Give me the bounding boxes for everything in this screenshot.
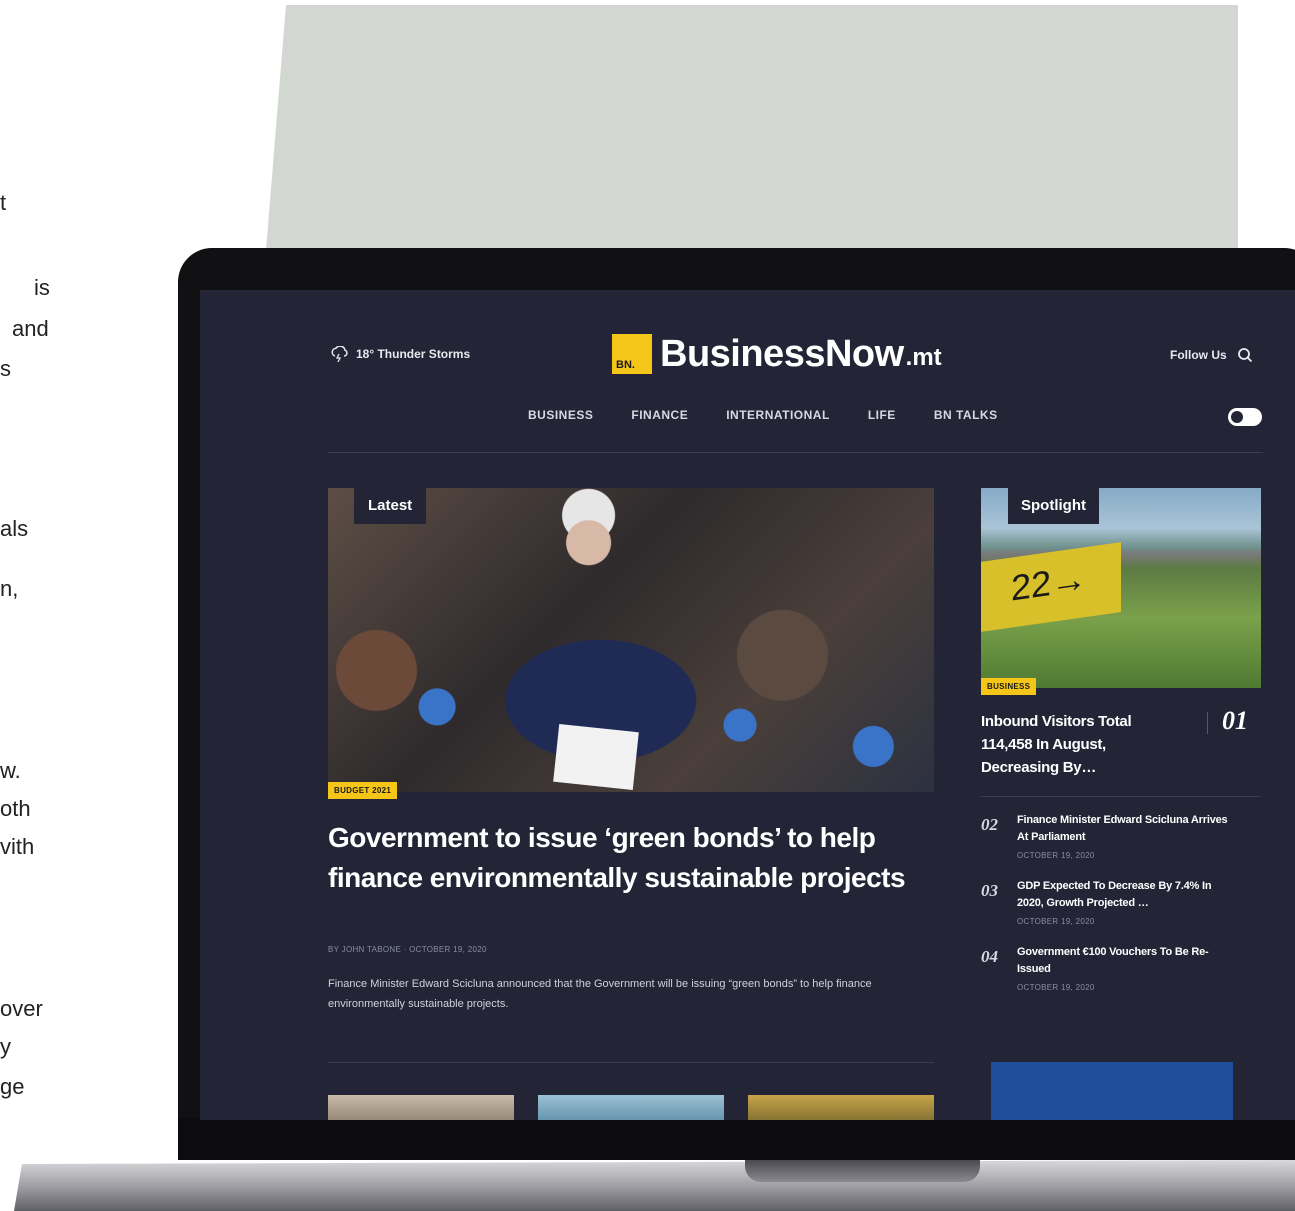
side-text-line: n, [0, 576, 19, 601]
weather-widget: 18° Thunder Storms [330, 346, 470, 362]
logo-tld: .mt [905, 344, 942, 371]
ranked-item[interactable]: 03 GDP Expected To Decrease By 7.4% In 2… [981, 878, 1261, 926]
spotlight-separator [1207, 712, 1208, 734]
side-text-line: oth [0, 796, 31, 821]
nav-item-bn-talks[interactable]: BN TALKS [934, 408, 998, 422]
side-text-line: ge [0, 1074, 25, 1099]
rank-title[interactable]: Finance Minister Edward Scicluna Arrives… [1017, 812, 1237, 846]
sidebar-divider [981, 796, 1261, 797]
category-badge[interactable]: BUSINESS [981, 678, 1037, 695]
latest-tag: Latest [354, 488, 427, 524]
follow-us-link[interactable]: Follow Us [1170, 348, 1227, 362]
main-nav: BUSINESS FINANCE INTERNATIONAL LIFE BN T… [528, 408, 998, 422]
nav-item-business[interactable]: BUSINESS [528, 408, 593, 422]
rank-number: 04 [981, 947, 998, 966]
nav-item-finance[interactable]: FINANCE [631, 408, 688, 422]
side-text-column: t is and s als n, w. oth vith over y ge [0, 0, 60, 1211]
side-text-line: w. [0, 758, 21, 783]
nav-item-life[interactable]: LIFE [868, 408, 896, 422]
rank-date: OCTOBER 19, 2020 [1017, 851, 1095, 860]
side-text-line: s [0, 356, 11, 381]
side-text-line: als [0, 516, 29, 541]
laptop-notch [745, 1160, 980, 1182]
logo-mark-text: BN. [616, 359, 635, 371]
header-actions: Follow Us [1170, 347, 1253, 363]
side-text-line: t [0, 190, 7, 215]
backdrop-panel [266, 5, 1238, 250]
logo-wordmark: BusinessNow [660, 333, 904, 375]
hero-headline[interactable]: Government to issue ‘green bonds’ to hel… [328, 818, 928, 898]
content-divider [328, 1062, 934, 1063]
side-text-line: vith [0, 834, 35, 859]
rank-number: 02 [981, 815, 998, 834]
article-thumbnail[interactable] [328, 1095, 514, 1120]
site-logo[interactable]: BN. BusinessNow .mt [612, 334, 942, 374]
spotlight-tag: Spotlight [1008, 488, 1099, 524]
website-screen: 18° Thunder Storms BN. BusinessNow .mt F… [200, 290, 1295, 1120]
rank-title[interactable]: Government €100 Vouchers To Be Re-Issued [1017, 944, 1237, 978]
hero-summary: Finance Minister Edward Scicluna announc… [328, 978, 872, 1010]
ad-banner[interactable] [991, 1062, 1233, 1120]
search-icon[interactable] [1237, 347, 1253, 363]
hero-image-paper [553, 723, 639, 791]
toggle-knob [1231, 411, 1243, 423]
article-thumbnail[interactable] [748, 1095, 934, 1120]
nav-item-international[interactable]: INTERNATIONAL [726, 408, 830, 422]
rank-date: OCTOBER 19, 2020 [1017, 917, 1095, 926]
laptop-base [14, 1160, 1295, 1211]
sign-text: 22→ [1011, 556, 1088, 609]
side-text-line: and [12, 316, 49, 341]
rank-number: 03 [981, 881, 998, 900]
rank-date: OCTOBER 19, 2020 [1017, 983, 1095, 992]
header-divider [328, 452, 1263, 453]
weather-text: 18° Thunder Storms [356, 347, 471, 361]
ranked-item[interactable]: 04 Government €100 Vouchers To Be Re-Iss… [981, 944, 1261, 992]
article-thumbnail[interactable] [538, 1095, 724, 1120]
theme-toggle[interactable] [1228, 408, 1262, 426]
category-badge[interactable]: BUDGET 2021 [328, 782, 398, 799]
spotlight-title[interactable]: Inbound Visitors Total 114,458 In August… [981, 710, 1181, 779]
ranked-item[interactable]: 02 Finance Minister Edward Scicluna Arri… [981, 812, 1261, 860]
logo-mark: BN. [612, 334, 652, 374]
cloud-storm-icon [331, 346, 348, 362]
laptop-chin [178, 1118, 1295, 1160]
spotlight-number: 01 [1222, 706, 1248, 735]
side-text-line: is [34, 275, 50, 300]
hero-byline: BY JOHN TABONE · OCTOBER 19, 2020 [328, 945, 487, 954]
rank-title[interactable]: GDP Expected To Decrease By 7.4% In 2020… [1017, 878, 1237, 912]
side-text-line: over [0, 996, 43, 1021]
side-text-line: y [0, 1034, 11, 1059]
